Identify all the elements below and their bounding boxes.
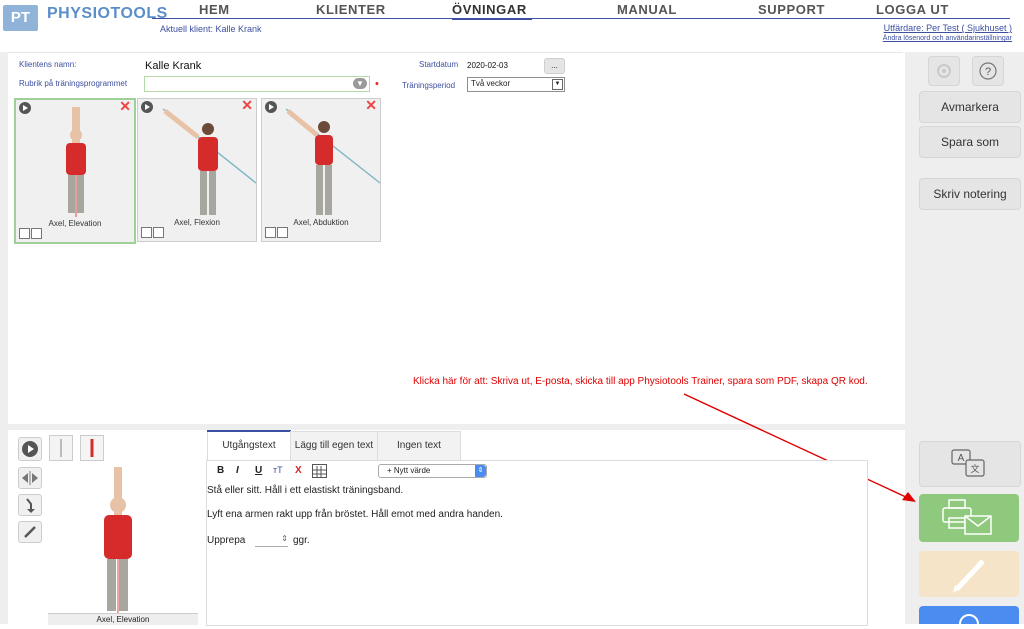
nav-clients[interactable]: KLIENTER bbox=[316, 2, 386, 17]
info-icon[interactable] bbox=[265, 227, 276, 238]
print-email-icon[interactable] bbox=[919, 494, 1019, 542]
font-size-button[interactable]: тT bbox=[273, 465, 283, 475]
client-name-value: Kalle Krank bbox=[145, 60, 202, 72]
chevron-down-icon[interactable]: ▼ bbox=[353, 78, 367, 89]
play-icon[interactable] bbox=[19, 102, 31, 114]
remove-icon[interactable]: ✕ bbox=[119, 98, 131, 115]
program-title-label: Rubrik på träningsprogrammet bbox=[19, 79, 128, 88]
repeat-count-input[interactable]: ⇕ bbox=[255, 534, 288, 547]
tab-no-text[interactable]: Ingen text bbox=[377, 431, 461, 460]
translate-icon[interactable]: A 文 bbox=[919, 441, 1021, 487]
exercise-figure bbox=[66, 107, 86, 217]
exercise-figure bbox=[162, 108, 256, 215]
bold-button[interactable]: B bbox=[217, 465, 224, 476]
period-label: Träningsperiod bbox=[402, 81, 456, 90]
underline-button[interactable]: U bbox=[255, 465, 262, 476]
exercise-text-line: Lyft ena armen rakt upp från bröstet. Hå… bbox=[207, 509, 503, 520]
exercise-figure bbox=[285, 108, 380, 215]
issuer-link[interactable]: Utfärdare: Per Test ( Sjukhuset ) bbox=[884, 23, 1012, 33]
program-title-input[interactable]: ▼ bbox=[144, 76, 370, 92]
clear-format-button[interactable]: X bbox=[295, 465, 302, 476]
exercise-card[interactable]: ✕ Axel, Abduktion bbox=[261, 97, 381, 242]
deselect-button[interactable]: Avmarkera bbox=[919, 91, 1021, 123]
thumbnail-start-icon[interactable] bbox=[49, 435, 73, 461]
start-date-value: 2020-02-03 bbox=[467, 61, 508, 70]
nav-support[interactable]: SUPPORT bbox=[758, 2, 825, 17]
pencil-icon[interactable] bbox=[18, 521, 42, 543]
search-icon[interactable] bbox=[919, 606, 1019, 629]
exercise-name: Axel, Elevation bbox=[48, 219, 102, 228]
italic-button[interactable]: I bbox=[236, 465, 239, 476]
chevron-down-icon[interactable]: ▼ bbox=[552, 79, 563, 90]
expand-icon[interactable] bbox=[31, 228, 42, 239]
start-date-label: Startdatum bbox=[419, 60, 459, 69]
period-select[interactable]: Två veckor ▼ bbox=[467, 77, 565, 92]
client-name-label: Klientens namn: bbox=[19, 60, 77, 69]
svg-text:A: A bbox=[958, 453, 965, 464]
nav-divider bbox=[152, 18, 1010, 19]
help-icon[interactable]: ? bbox=[972, 56, 1004, 86]
exercise-card[interactable]: ✕ Axel, Elevation bbox=[14, 98, 136, 244]
nav-logout[interactable]: LOGGA UT bbox=[876, 2, 949, 17]
new-value-label: + Nytt värde bbox=[387, 466, 431, 475]
brand-name: PHYSIOTOOLS bbox=[47, 5, 168, 22]
info-icon[interactable] bbox=[141, 227, 152, 238]
repeat-label: Upprepa bbox=[207, 535, 246, 546]
table-icon[interactable] bbox=[312, 464, 327, 478]
logo-mark: PT bbox=[3, 5, 38, 31]
exercise-card[interactable]: ✕ Axel, Flexion bbox=[137, 97, 257, 242]
tab-add-own-text[interactable]: Lägg till egen text bbox=[290, 431, 378, 460]
left-gutter bbox=[0, 52, 8, 624]
exercise-text-line: Stå eller sitt. Håll i ett elastiskt trä… bbox=[207, 485, 404, 496]
exercise-name: Axel, Flexion bbox=[174, 218, 220, 227]
nav-manual[interactable]: MANUAL bbox=[617, 2, 677, 17]
preview-figure bbox=[104, 467, 132, 613]
new-value-select[interactable]: + Nytt värde ⇕ bbox=[378, 464, 487, 478]
expand-icon[interactable] bbox=[153, 227, 164, 238]
edit-icon[interactable] bbox=[919, 551, 1019, 597]
mirror-icon[interactable] bbox=[18, 467, 42, 489]
chevron-updown-icon[interactable]: ⇕ bbox=[475, 465, 486, 477]
exercise-name: Axel, Abduktion bbox=[293, 218, 349, 227]
repeat-suffix: ggr. bbox=[293, 535, 310, 546]
rotate-icon[interactable] bbox=[18, 494, 42, 516]
period-value: Två veckor bbox=[471, 79, 511, 88]
svg-text:?: ? bbox=[985, 66, 991, 78]
play-icon[interactable] bbox=[265, 101, 277, 113]
info-icon[interactable] bbox=[19, 228, 30, 239]
nav-home[interactable]: HEM bbox=[199, 2, 230, 17]
current-client-label: Aktuell klient: Kalle Krank bbox=[160, 24, 262, 34]
annotation-text: Klicka här för att: Skriva ut, E-posta, … bbox=[413, 376, 868, 387]
svg-text:文: 文 bbox=[970, 463, 979, 475]
expand-icon[interactable] bbox=[277, 227, 288, 238]
account-settings-link[interactable]: Ändra lösenord och användarinställningar bbox=[883, 35, 1012, 42]
thumbnail-end-icon[interactable] bbox=[80, 435, 104, 461]
nav-exercises[interactable]: ÖVNINGAR bbox=[452, 2, 527, 17]
date-picker-button[interactable]: ... bbox=[544, 58, 565, 74]
write-note-button[interactable]: Skriv notering bbox=[919, 178, 1021, 210]
preview-name: Axel, Elevation bbox=[48, 613, 198, 625]
stepper-icon[interactable]: ⇕ bbox=[281, 534, 288, 543]
tab-active-indicator bbox=[207, 430, 291, 432]
required-marker: • bbox=[375, 78, 379, 90]
play-icon[interactable] bbox=[141, 101, 153, 113]
tab-default-text[interactable]: Utgångstext bbox=[207, 431, 291, 460]
save-as-button[interactable]: Spara som bbox=[919, 126, 1021, 158]
play-icon[interactable] bbox=[18, 437, 42, 461]
gear-icon[interactable] bbox=[928, 56, 960, 86]
